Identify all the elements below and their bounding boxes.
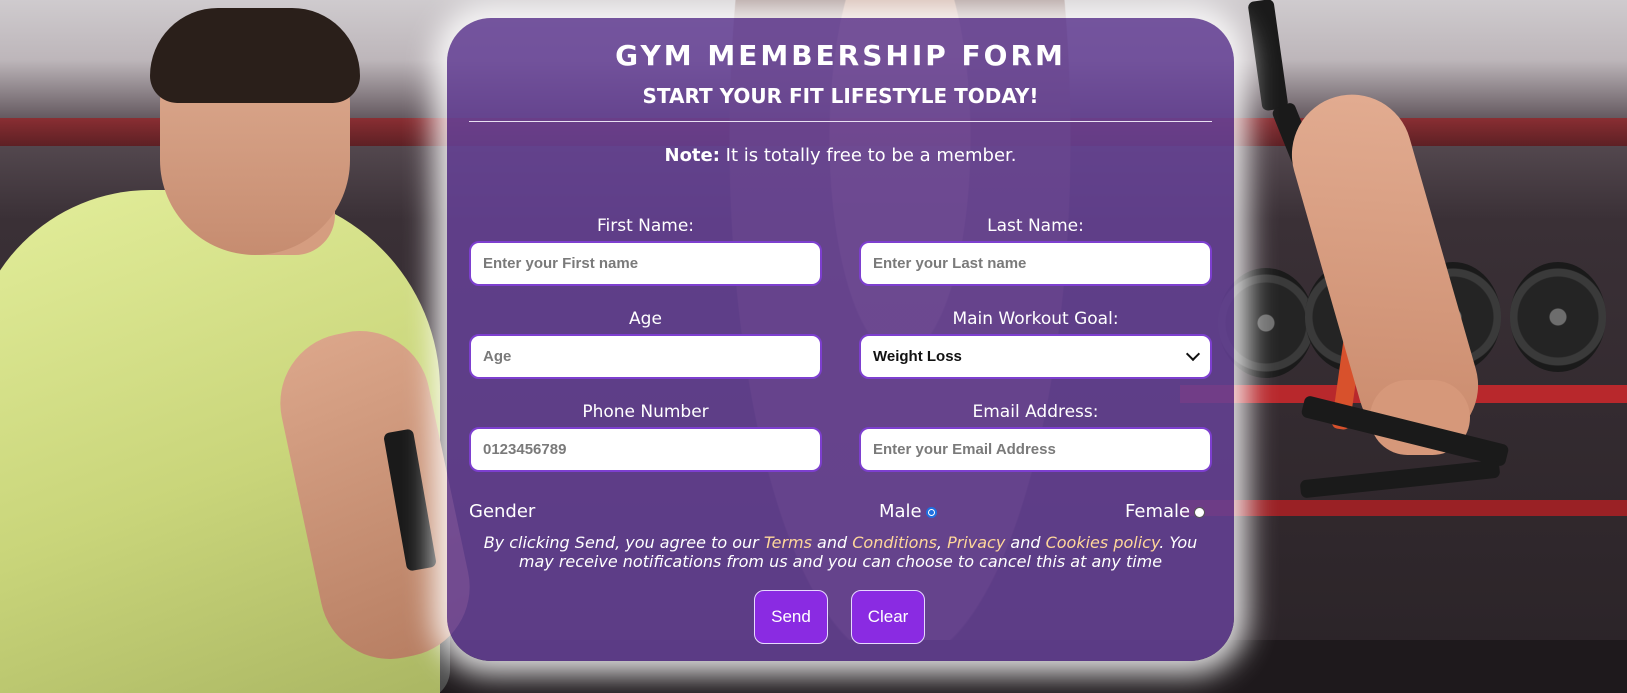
workout-goal-label: Main Workout Goal: bbox=[952, 309, 1119, 329]
send-button[interactable]: Send bbox=[754, 590, 828, 644]
conditions-link[interactable]: Conditions bbox=[852, 533, 937, 552]
gender-row: Gender Male Female bbox=[469, 500, 1214, 524]
membership-form: GYM MEMBERSHIP FORM START YOUR FIT LIFES… bbox=[447, 18, 1234, 661]
gender-female-label: Female bbox=[1125, 501, 1191, 522]
gender-male-label: Male bbox=[879, 501, 922, 522]
first-name-label: First Name: bbox=[596, 216, 695, 236]
phone-field: Phone Number bbox=[469, 401, 822, 472]
age-field: Age bbox=[469, 308, 822, 379]
consent-pre: By clicking Send, you agree to our bbox=[483, 533, 764, 552]
email-field: Email Address: bbox=[859, 401, 1212, 472]
email-input[interactable] bbox=[859, 427, 1212, 472]
phone-label: Phone Number bbox=[582, 402, 709, 422]
consent-and-2: and bbox=[1005, 533, 1046, 552]
workout-goal-field: Main Workout Goal: Weight Loss bbox=[859, 308, 1212, 379]
workout-goal-select[interactable]: Weight Loss bbox=[859, 334, 1212, 379]
first-name-field: First Name: bbox=[469, 215, 822, 286]
workout-goal-value: Weight Loss bbox=[873, 348, 962, 365]
cookies-policy-link[interactable]: Cookies policy bbox=[1046, 533, 1160, 552]
email-label: Email Address: bbox=[972, 402, 1099, 422]
form-subtitle: START YOUR FIT LIFESTYLE TODAY! bbox=[642, 84, 1039, 108]
gender-label: Gender bbox=[469, 501, 536, 522]
consent-and-1: and bbox=[811, 533, 853, 552]
first-name-input[interactable] bbox=[469, 241, 822, 286]
gender-male-option[interactable]: Male bbox=[879, 500, 937, 524]
consent-text: By clicking Send, you agree to our Terms… bbox=[477, 533, 1204, 571]
gender-female-option[interactable]: Female bbox=[1125, 500, 1206, 524]
chevron-down-icon bbox=[1185, 346, 1201, 362]
privacy-link[interactable]: Privacy bbox=[947, 533, 1005, 552]
last-name-field: Last Name: bbox=[859, 215, 1212, 286]
note-label: Note: bbox=[664, 145, 720, 166]
last-name-label: Last Name: bbox=[987, 216, 1084, 236]
form-title: GYM MEMBERSHIP FORM bbox=[615, 39, 1066, 72]
gender-female-radio[interactable] bbox=[1194, 506, 1206, 518]
age-label: Age bbox=[629, 309, 662, 329]
gender-male-radio[interactable] bbox=[925, 506, 937, 518]
terms-link[interactable]: Terms bbox=[764, 533, 812, 552]
consent-comma: , bbox=[936, 533, 948, 552]
title-divider bbox=[469, 121, 1212, 122]
phone-input[interactable] bbox=[469, 427, 822, 472]
last-name-input[interactable] bbox=[859, 241, 1212, 286]
free-membership-note: Note: It is totally free to be a member. bbox=[447, 144, 1234, 168]
note-text: It is totally free to be a member. bbox=[719, 145, 1017, 166]
age-input[interactable] bbox=[469, 334, 822, 379]
clear-button[interactable]: Clear bbox=[851, 590, 925, 644]
